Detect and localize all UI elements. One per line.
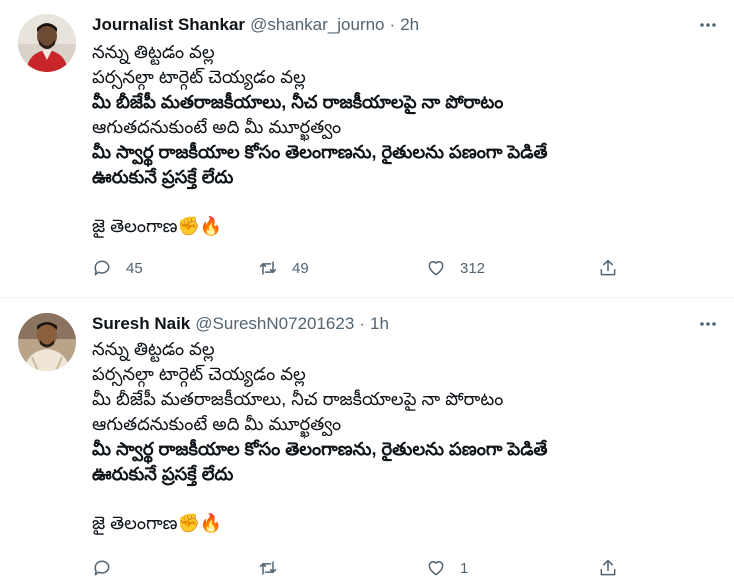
like-count: 1 [460, 559, 469, 577]
tweet-line: పర్సనల్గా టార్గెట్ చెయ్యడం వల్ల [92, 364, 306, 384]
more-horizontal-icon [700, 322, 716, 326]
more-options-button[interactable] [696, 312, 720, 336]
tweet-line: మీ బీజేపీ మతరాజకీయాలు, నీచ రాజకీయాలపై నా… [92, 92, 504, 112]
tweet-header: Journalist Shankar @shankar_journo · 2h [92, 13, 419, 37]
reply-button[interactable] [92, 556, 126, 580]
reply-count: 45 [126, 259, 143, 277]
separator-dot: · [389, 15, 396, 34]
like-button[interactable]: 1 [426, 556, 468, 580]
fist-fire-emoji: ✊🔥 [177, 216, 223, 237]
share-button[interactable] [598, 556, 618, 580]
tweet-footer-line: జై తెలంగాణ✊🔥 [92, 214, 712, 239]
share-button[interactable] [598, 256, 618, 280]
reply-button[interactable]: 45 [92, 256, 143, 280]
like-button[interactable]: 312 [426, 256, 485, 280]
tweet-time[interactable]: 1h [370, 314, 389, 334]
display-name[interactable]: Journalist Shankar [92, 15, 245, 35]
avatar[interactable] [18, 14, 76, 72]
tweet-time[interactable]: 2h [400, 15, 419, 35]
retweet-count: 49 [292, 259, 309, 277]
retweet-button[interactable] [258, 556, 292, 580]
retweet-button[interactable]: 49 [258, 256, 309, 280]
reply-bubble-icon [94, 260, 110, 276]
tweet-card[interactable]: Suresh Naik @SureshN07201623 · 1h నన్ను … [0, 299, 734, 581]
tweet-header: Suresh Naik @SureshN07201623 · 1h [92, 312, 389, 336]
tweet-actions: 45 49 312 [92, 256, 632, 280]
tweet-card[interactable]: Journalist Shankar @shankar_journo · 2h … [0, 0, 734, 298]
avatar[interactable] [18, 313, 76, 371]
retweet-arrows-icon [259, 261, 277, 275]
tweet-text: నన్ను తిట్టడం వల్ల పర్సనల్గా టార్గెట్ చె… [92, 337, 712, 536]
tweet-text: నన్ను తిట్టడం వల్ల పర్సనల్గా టార్గెట్ చె… [92, 40, 712, 239]
timeline-feed: Journalist Shankar @shankar_journo · 2h … [0, 0, 734, 581]
like-count: 312 [460, 259, 486, 277]
reply-bubble-icon [94, 560, 110, 576]
more-options-button[interactable] [696, 13, 720, 37]
tweet-line: పర్సనల్గా టార్గెట్ చెయ్యడం వల్ల [92, 67, 306, 87]
display-name[interactable]: Suresh Naik [92, 314, 190, 334]
tweet-line: నన్ను తిట్టడం వల్ల [92, 339, 215, 359]
tweet-line: నన్ను తిట్టడం వల్ల [92, 42, 215, 62]
share-upload-icon [600, 559, 616, 576]
tweet-line: ఆగుతదనుకుంటే అది మీ మూర్ఖత్వం [92, 414, 342, 434]
tweet-actions: 1 [92, 556, 632, 580]
retweet-arrows-icon [259, 561, 277, 575]
tweet-line: మీ బీజేపీ మతరాజకీయాలు, నీచ రాజకీయాలపై నా… [92, 389, 504, 409]
heart-icon [428, 261, 444, 276]
hashtag-text: జై తెలంగాణ [92, 513, 178, 533]
fist-fire-emoji: ✊🔥 [177, 513, 223, 534]
tweet-line: ఆగుతదనుకుంటే అది మీ మూర్ఖత్వం [92, 117, 342, 137]
heart-icon [428, 561, 444, 576]
tweet-line: మీ స్వార్థ రాజకీయాల కోసం తెలంగాణను, రైతు… [92, 439, 548, 459]
share-upload-icon [600, 259, 616, 276]
user-handle[interactable]: @SureshN07201623 [195, 314, 354, 334]
tweet-line: మీ స్వార్థ రాజకీయాల కోసం తెలంగాణను, రైతు… [92, 142, 548, 162]
tweet-line: ఊరుకునే ప్రసక్తే లేదు [92, 464, 234, 484]
more-horizontal-icon [700, 23, 716, 27]
tweet-line: ఊరుకునే ప్రసక్తే లేదు [92, 167, 234, 187]
tweet-footer-line: జై తెలంగాణ✊🔥 [92, 511, 712, 536]
hashtag-text: జై తెలంగాణ [92, 216, 178, 236]
separator-dot: · [359, 314, 365, 333]
user-handle[interactable]: @shankar_journo [250, 15, 384, 35]
